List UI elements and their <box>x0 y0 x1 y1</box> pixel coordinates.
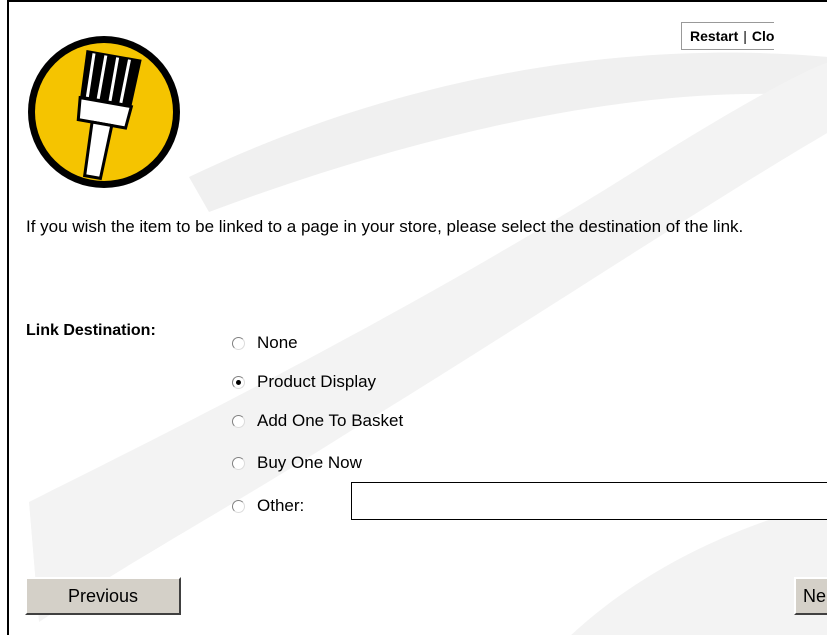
restart-link[interactable]: Restart <box>690 28 738 44</box>
add-one-to-basket-radio[interactable] <box>232 414 245 428</box>
instructions-text: If you wish the item to be linked to a p… <box>26 217 744 236</box>
other-radio[interactable] <box>232 499 245 513</box>
dialog-frame: Restart | Clo If you wish the item to be l… <box>7 0 827 635</box>
link-separator: | <box>743 28 747 44</box>
add-one-to-basket-label: Add One To Basket <box>257 411 404 430</box>
product-display-radio[interactable] <box>232 375 245 389</box>
link-destination-label: Link Destination: <box>26 322 156 339</box>
next-button[interactable]: Ne <box>794 577 827 615</box>
product-display-label: Product Display <box>257 372 377 391</box>
paintbrush-icon <box>28 36 180 188</box>
buy-one-now-label: Buy One Now <box>257 453 362 472</box>
other-url-input[interactable] <box>351 482 827 520</box>
option-none[interactable]: None <box>232 332 298 354</box>
none-label: None <box>257 333 298 352</box>
other-label: Other: <box>257 496 305 515</box>
close-link[interactable]: Clo <box>752 28 775 44</box>
option-other[interactable]: Other: <box>232 495 304 517</box>
none-radio[interactable] <box>232 336 245 350</box>
option-add-one-to-basket[interactable]: Add One To Basket <box>232 410 403 432</box>
top-links: Restart | Clo <box>681 22 775 50</box>
previous-button[interactable]: Previous <box>25 577 181 615</box>
buy-one-now-radio[interactable] <box>232 456 245 470</box>
option-buy-one-now[interactable]: Buy One Now <box>232 452 362 474</box>
option-product-display[interactable]: Product Display <box>232 371 376 393</box>
